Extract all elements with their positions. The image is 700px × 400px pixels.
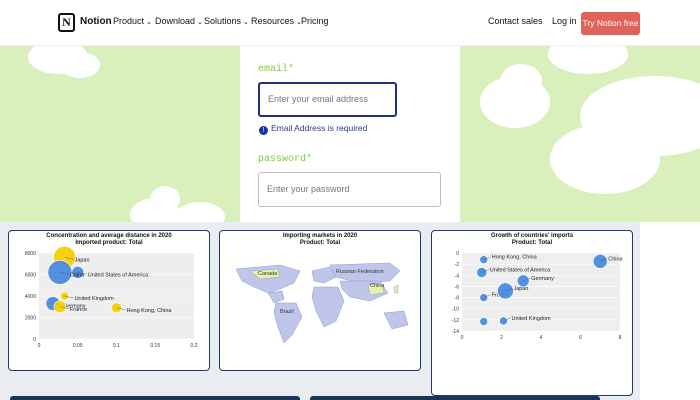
- data-point: [592, 254, 608, 269]
- map-africa: [311, 286, 345, 328]
- point-label: China: [608, 256, 623, 262]
- y-tick-label: -12: [452, 318, 459, 324]
- map-label-china: China: [370, 283, 385, 289]
- y-tick-label: 4000: [25, 294, 36, 300]
- point-label: Japan: [513, 286, 528, 292]
- cloud-shape: [550, 124, 660, 194]
- section-bar: [310, 396, 600, 400]
- point-label: Hong Kong, China: [127, 308, 173, 314]
- password-label: password*: [258, 154, 313, 165]
- y-tick-label: -8: [455, 296, 460, 302]
- chart-card-importing-markets: Importing markets in 2020 Product: Total…: [219, 230, 421, 371]
- email-field[interactable]: Enter your email address: [258, 82, 397, 117]
- point-label: Hong Kong, China: [492, 255, 538, 261]
- email-label: email*: [258, 64, 295, 75]
- info-icon: !: [259, 126, 268, 135]
- cloud-shape: [500, 64, 542, 98]
- x-tick-label: 2: [500, 335, 503, 341]
- nav-item-solutions[interactable]: Solutions ⌄: [204, 16, 249, 26]
- section-bar: [10, 396, 300, 400]
- x-tick-label: 0.1: [113, 343, 120, 349]
- x-tick-label: 6: [579, 335, 582, 341]
- nav-item-resources[interactable]: Resources ⌄: [251, 16, 302, 26]
- map-label-brazil: Brazil: [280, 309, 294, 315]
- hero-background-left: [0, 46, 240, 222]
- chevron-down-icon: ⌄: [146, 19, 152, 26]
- x-tick-label: 4: [540, 335, 543, 341]
- contact-sales-link[interactable]: Contact sales: [488, 16, 543, 26]
- login-link[interactable]: Log in: [552, 16, 577, 26]
- map-north-america: [235, 264, 301, 294]
- y-tick-label: -10: [452, 307, 459, 313]
- nav-item-download[interactable]: Download ⌄: [155, 16, 203, 26]
- nav-item-product[interactable]: Product ⌄: [113, 16, 152, 26]
- email-error-message: ! Email Address is required: [259, 123, 367, 135]
- page-margin: [640, 222, 700, 400]
- growth-scatter-chart: 0-2-4-6-8-10-12-140 2 4 6 8Hong Kong, China C…: [452, 251, 624, 341]
- y-tick-label: -6: [455, 284, 460, 290]
- point-label: United Kingdom: [75, 296, 115, 302]
- x-tick-label: 0: [38, 343, 41, 349]
- x-tick-label: 0.15: [150, 343, 160, 349]
- y-tick-label: 2000: [25, 316, 36, 322]
- world-map: Canada Russian Federation China Brazil: [235, 262, 409, 344]
- password-field[interactable]: Enter your password: [258, 172, 441, 207]
- map-central-america: [267, 290, 285, 304]
- top-navbar: N Notion Product ⌄ Download ⌄ Solutions ⌄ R…: [0, 0, 700, 46]
- chart-card-concentration: Concentration and average distance in 20…: [8, 230, 210, 371]
- map-japan: [393, 284, 399, 294]
- x-tick-label: 0.05: [73, 343, 83, 349]
- map-label-canada: Canada: [258, 271, 278, 277]
- brand-name[interactable]: Notion: [80, 16, 112, 27]
- cloud-shape: [60, 52, 100, 78]
- point-label: United Kingdom: [511, 316, 551, 322]
- map-label-russia: Russian Federation: [336, 269, 384, 275]
- cloud-shape: [175, 202, 225, 222]
- y-tick-label: 6000: [25, 273, 36, 279]
- y-tick-label: -4: [455, 273, 460, 279]
- point-label: United States of America: [490, 268, 551, 274]
- x-tick-label: 8: [619, 335, 622, 341]
- concentration-scatter-chart: 0 2000 4000 6000 8000 0 0.05 0.1 0.15 0.2 Japan Uni…: [25, 245, 198, 349]
- cloud-shape: [150, 186, 180, 212]
- data-point: [479, 317, 489, 326]
- chart-card-import-growth: Growth of countries' imports Product: To…: [431, 230, 633, 396]
- try-notion-free-button[interactable]: Try Notion free: [581, 12, 640, 35]
- y-tick-label: 0: [456, 251, 459, 257]
- x-tick-label: 0: [461, 335, 464, 341]
- nav-item-pricing[interactable]: Pricing: [301, 16, 329, 26]
- notion-logo-icon[interactable]: N: [58, 13, 75, 32]
- cloud-shape: [548, 46, 628, 74]
- chevron-down-icon: ⌄: [197, 19, 203, 26]
- y-tick-label: -2: [455, 262, 460, 268]
- hero-background-right: [460, 46, 700, 222]
- x-tick-label: 0.2: [191, 343, 198, 349]
- map-australia: [383, 310, 409, 330]
- y-tick-label: 8000: [25, 251, 36, 257]
- point-label: Japan: [75, 257, 90, 263]
- data-point: [60, 291, 69, 301]
- point-label: United States of America: [88, 272, 149, 278]
- point-label: France: [70, 307, 87, 313]
- chevron-down-icon: ⌄: [243, 19, 249, 26]
- point-label: China: [70, 272, 85, 278]
- y-tick-label: 0: [33, 337, 36, 343]
- point-label: Germany: [531, 276, 554, 282]
- y-tick-label: -14: [452, 329, 459, 335]
